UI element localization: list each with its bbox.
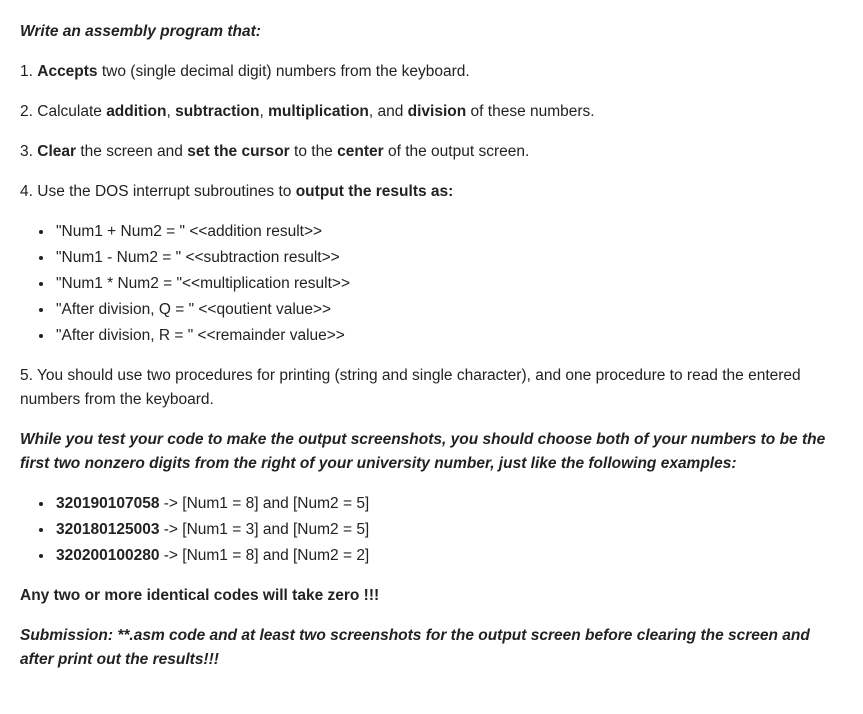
- step-1-accepts: Accepts: [37, 63, 97, 80]
- step-4: Use the DOS interrupt subroutines to out…: [20, 180, 843, 204]
- output-line-4: "After division, Q = " <<qoutient value>…: [54, 298, 843, 322]
- step-3: Clear the screen and set the cursor to t…: [20, 140, 843, 164]
- example-2: 320180125003 -> [Num1 = 3] and [Num2 = 5…: [54, 518, 843, 542]
- step-2-t2: ,: [166, 103, 175, 120]
- assignment-steps: Accepts two (single decimal digit) numbe…: [20, 60, 843, 204]
- output-line-2: "Num1 - Num2 = " <<subtraction result>>: [54, 246, 843, 270]
- step-4-t1: Use the DOS interrupt subroutines to: [37, 183, 295, 200]
- step-3-clear: Clear: [37, 143, 76, 160]
- step-4-output: output the results as:: [296, 183, 454, 200]
- example-3-text: -> [Num1 = 8] and [Num2 = 2]: [159, 547, 369, 564]
- step-1: Accepts two (single decimal digit) numbe…: [20, 60, 843, 84]
- step-2: Calculate addition, subtraction, multipl…: [20, 100, 843, 124]
- submission-instructions: Submission: **.asm code and at least two…: [20, 624, 843, 672]
- step-5: 5. You should use two procedures for pri…: [20, 364, 843, 412]
- submission-label: Submission:: [20, 627, 117, 644]
- output-line-5: "After division, R = " <<remainder value…: [54, 324, 843, 348]
- step-3-t1: the screen and: [76, 143, 187, 160]
- output-line-3: "Num1 * Num2 = "<<multiplication result>…: [54, 272, 843, 296]
- example-3: 320200100280 -> [Num1 = 8] and [Num2 = 2…: [54, 544, 843, 568]
- example-2-text: -> [Num1 = 3] and [Num2 = 5]: [159, 521, 369, 538]
- assignment-title: Write an assembly program that:: [20, 20, 843, 44]
- step-2-division: division: [408, 103, 467, 120]
- step-2-addition: addition: [106, 103, 166, 120]
- step-3-t2: to the: [290, 143, 337, 160]
- test-note: While you test your code to make the out…: [20, 428, 843, 476]
- step-2-multiplication: multiplication: [268, 103, 369, 120]
- step-2-subtraction: subtraction: [175, 103, 259, 120]
- output-line-1: "Num1 + Num2 = " <<addition result>>: [54, 220, 843, 244]
- example-1-number: 320190107058: [56, 495, 159, 512]
- step-2-t1: Calculate: [37, 103, 106, 120]
- step-3-setcursor: set the cursor: [187, 143, 290, 160]
- example-1: 320190107058 -> [Num1 = 8] and [Num2 = 5…: [54, 492, 843, 516]
- examples-list: 320190107058 -> [Num1 = 8] and [Num2 = 5…: [20, 492, 843, 568]
- step-1-text: two (single decimal digit) numbers from …: [98, 63, 470, 80]
- output-format-list: "Num1 + Num2 = " <<addition result>> "Nu…: [20, 220, 843, 348]
- example-2-number: 320180125003: [56, 521, 159, 538]
- step-5-text: You should use two procedures for printi…: [20, 367, 801, 408]
- example-3-number: 320200100280: [56, 547, 159, 564]
- plagiarism-warning: Any two or more identical codes will tak…: [20, 584, 843, 608]
- step-2-t3: ,: [260, 103, 269, 120]
- step-3-center: center: [337, 143, 384, 160]
- step-2-t5: of these numbers.: [466, 103, 594, 120]
- step-2-t4: , and: [369, 103, 408, 120]
- example-1-text: -> [Num1 = 8] and [Num2 = 5]: [159, 495, 369, 512]
- step-3-t3: of the output screen.: [384, 143, 530, 160]
